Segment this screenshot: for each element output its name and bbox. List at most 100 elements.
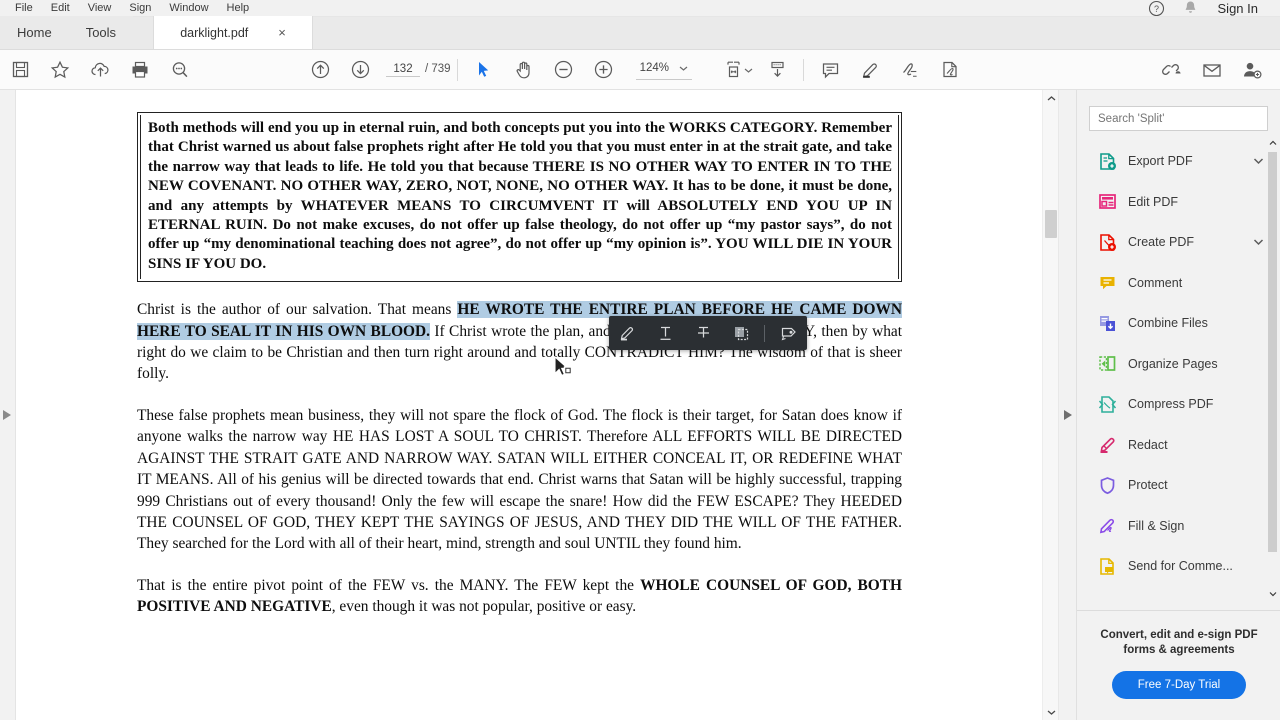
promo-text: Convert, edit and e-sign PDF forms & agr… xyxy=(1100,629,1258,656)
tool-item-combine-files[interactable]: Combine Files xyxy=(1077,303,1280,344)
para4-tail-text: , even though it was not popular, positi… xyxy=(331,598,637,616)
tool-item-organize-pages[interactable]: Organize Pages xyxy=(1077,344,1280,385)
strikethrough-text-icon[interactable] xyxy=(689,318,719,348)
page-number-control: / 739 xyxy=(386,62,451,77)
add-person-icon[interactable] xyxy=(1232,50,1272,90)
menu-item-file[interactable]: File xyxy=(6,0,42,17)
menu-item-view[interactable]: View xyxy=(79,0,121,17)
menu-item-help[interactable]: Help xyxy=(218,0,259,17)
scroll-down-icon[interactable] xyxy=(1043,704,1059,720)
tools-panel-scrollbar[interactable] xyxy=(1266,136,1279,601)
create-pdf-icon xyxy=(1097,232,1117,252)
page-down-icon[interactable] xyxy=(340,50,380,90)
main-toolbar: / 739 124% xyxy=(0,50,1280,90)
send-comments-icon xyxy=(1097,556,1117,576)
chevron-down-icon[interactable] xyxy=(1253,233,1264,251)
cloud-upload-icon[interactable] xyxy=(80,50,120,90)
select-cursor-icon[interactable] xyxy=(464,50,504,90)
tools-scroll-down-icon[interactable] xyxy=(1267,587,1278,601)
page-up-icon[interactable] xyxy=(300,50,340,90)
tool-item-compress-pdf[interactable]: Compress PDF xyxy=(1077,384,1280,425)
tool-item-label: Export PDF xyxy=(1128,154,1193,169)
free-trial-button[interactable]: Free 7-Day Trial xyxy=(1112,671,1246,699)
acrobat-window: File Edit View Sign Window Help ? Sign I… xyxy=(0,0,1280,720)
scroll-mode-icon[interactable] xyxy=(757,50,797,90)
document-viewport[interactable]: Both methods will end you up in eternal … xyxy=(16,90,1042,720)
tab-document-darklight[interactable]: darklight.pdf × xyxy=(153,16,314,49)
tool-item-export-pdf[interactable]: Export PDF xyxy=(1077,141,1280,182)
paragraph-pivot-point: That is the entire pivot point of the FE… xyxy=(137,575,902,618)
hand-tool-icon[interactable] xyxy=(504,50,544,90)
scroll-up-icon[interactable] xyxy=(1043,90,1059,106)
menu-item-sign[interactable]: Sign xyxy=(120,0,160,17)
tool-item-protect[interactable]: Protect xyxy=(1077,465,1280,506)
text-selection-annotation-popup[interactable] xyxy=(609,316,807,350)
menu-item-edit[interactable]: Edit xyxy=(42,0,79,17)
save-icon[interactable] xyxy=(0,50,40,90)
tool-item-redact[interactable]: Redact xyxy=(1077,425,1280,466)
tool-item-label: Organize Pages xyxy=(1128,356,1218,371)
comment-icon xyxy=(1097,273,1117,293)
close-icon[interactable]: × xyxy=(278,26,286,39)
tool-item-edit-pdf[interactable]: Edit PDF xyxy=(1077,182,1280,223)
comment-icon[interactable] xyxy=(810,50,850,90)
tool-item-comment[interactable]: Comment xyxy=(1077,263,1280,304)
zoom-in-icon[interactable] xyxy=(584,50,624,90)
print-icon[interactable] xyxy=(120,50,160,90)
fill-and-sign-icon xyxy=(1097,516,1117,536)
mouse-cursor xyxy=(553,355,581,387)
tool-item-label: Compress PDF xyxy=(1128,397,1214,412)
para2-lead-text: Christ is the author of our salvation. T… xyxy=(137,301,458,319)
compress-pdf-icon xyxy=(1097,394,1117,414)
email-icon[interactable] xyxy=(1192,50,1232,90)
combine-files-icon xyxy=(1097,313,1117,333)
tools-scroll-up-icon[interactable] xyxy=(1267,136,1278,150)
underline-text-icon[interactable] xyxy=(651,318,681,348)
pdf-page: Both methods will end you up in eternal … xyxy=(16,90,1042,638)
share-link-icon[interactable] xyxy=(1152,50,1192,90)
tab-title: darklight.pdf xyxy=(180,25,249,40)
tool-item-create-pdf[interactable]: Create PDF xyxy=(1077,222,1280,263)
expand-left-panel-icon[interactable] xyxy=(3,410,11,420)
tool-item-fill-sign[interactable]: Fill & Sign xyxy=(1077,506,1280,547)
page-number-input[interactable] xyxy=(386,62,420,77)
add-sticky-note-icon[interactable] xyxy=(773,318,803,348)
zoom-out-icon[interactable] xyxy=(544,50,584,90)
svg-text:?: ? xyxy=(1154,4,1159,14)
para4-lead-text: That is the entire pivot point of the FE… xyxy=(137,576,641,594)
boxed-paragraph: Both methods will end you up in eternal … xyxy=(137,112,902,283)
protect-shield-icon xyxy=(1097,475,1117,495)
scrollbar-thumb[interactable] xyxy=(1045,210,1057,238)
collapse-right-panel-icon[interactable] xyxy=(1064,410,1072,420)
boxed-paragraph-text: Both methods will end you up in eternal … xyxy=(148,120,892,272)
tools-search-wrapper xyxy=(1077,90,1280,141)
paragraph-false-prophets: These false prophets mean business, they… xyxy=(137,406,902,553)
document-scrollbar[interactable] xyxy=(1042,90,1058,720)
tab-home[interactable]: Home xyxy=(0,16,69,49)
tool-item-label: Send for Comme... xyxy=(1128,559,1233,574)
highlight-text-icon[interactable] xyxy=(613,318,643,348)
sign-in-button[interactable]: Sign In xyxy=(1208,1,1272,16)
tool-item-label: Protect xyxy=(1128,478,1168,493)
fill-and-sign-icon[interactable] xyxy=(930,50,970,90)
right-panel-rail[interactable] xyxy=(1058,90,1076,720)
fit-width-dropdown-chevron-icon[interactable] xyxy=(744,61,753,79)
popup-divider xyxy=(764,324,766,342)
tool-item-send-for-comme[interactable]: Send for Comme... xyxy=(1077,546,1280,587)
menu-item-window[interactable]: Window xyxy=(160,0,217,17)
toolbar-divider-1 xyxy=(456,58,458,81)
chevron-down-icon[interactable] xyxy=(679,59,688,77)
zoom-level-control[interactable]: 124% xyxy=(635,59,692,80)
chevron-down-icon[interactable] xyxy=(1253,152,1264,170)
export-pdf-icon xyxy=(1097,151,1117,171)
tab-tools[interactable]: Tools xyxy=(68,16,134,49)
promo-panel: Convert, edit and e-sign PDF forms & agr… xyxy=(1077,610,1280,720)
tools-search-input[interactable] xyxy=(1089,106,1268,131)
copy-to-clipboard-icon[interactable] xyxy=(726,318,756,348)
highlight-marker-icon[interactable] xyxy=(850,50,890,90)
left-panel-rail[interactable] xyxy=(0,90,16,720)
tools-scrollbar-thumb[interactable] xyxy=(1268,152,1277,552)
search-icon[interactable] xyxy=(160,50,200,90)
sign-icon[interactable] xyxy=(890,50,930,90)
star-icon[interactable] xyxy=(40,50,80,90)
